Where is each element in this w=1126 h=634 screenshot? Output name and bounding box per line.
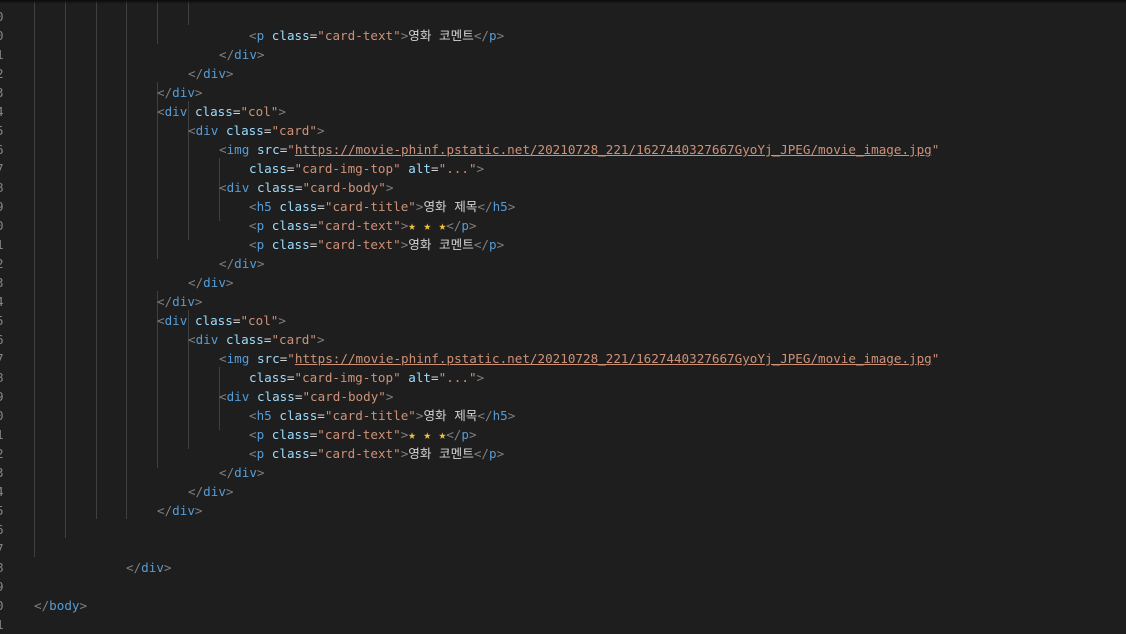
code-line[interactable]: 5 <div class="card"> (0, 292, 325, 347)
indent-guide (157, 0, 158, 44)
indent-guide (126, 0, 127, 519)
code-line[interactable]: 1 </html> (0, 596, 30, 632)
code-line[interactable]: 6 (0, 501, 30, 537)
indent-guide (65, 0, 66, 538)
code-line[interactable]: 2 </div> (0, 235, 234, 290)
image-url-link[interactable]: https://movie-phinf.pstatic.net/20210728… (295, 351, 932, 366)
code-line[interactable]: 1 <p class="card-text">영화 코멘트</p> (0, 406, 504, 461)
code-line[interactable]: 9 <h5 class="card-title">영화 제목</h5> (0, 368, 515, 423)
code-line[interactable]: 0 <p class="card-text">영화 코멘트</p> (0, 197, 504, 252)
code-line[interactable]: 8 <h5 class="card-title">영화 제목</h5> (0, 159, 515, 214)
code-line[interactable]: 6 <img src="https://movie-phinf.pstatic.… (0, 311, 939, 366)
code-line[interactable]: 8 <div class="card-body"> (0, 349, 393, 404)
star-icon: ★ ★ ★ (408, 218, 447, 233)
code-line[interactable]: 4 <div class="card"> (0, 83, 325, 138)
code-line[interactable]: 7 <div class="card-body"> (0, 140, 393, 195)
code-line[interactable]: 0 <p class="card-text">★ ★ ★</p> (0, 387, 477, 442)
star-icon: ★ ★ ★ (408, 427, 447, 442)
indent-guide (96, 0, 97, 519)
code-line[interactable]: 8 (0, 539, 30, 575)
indent-guide (34, 0, 35, 557)
code-line[interactable]: 1 </div> (0, 26, 234, 81)
code-line[interactable]: 2 </div> (0, 425, 265, 480)
code-line[interactable]: 4 </div> (0, 463, 203, 518)
code-line[interactable]: 3 <div class="col"> (0, 64, 286, 119)
code-line[interactable]: 1 </div> (0, 216, 265, 271)
code-line[interactable]: 4 <div class="col"> (0, 273, 286, 328)
code-editor[interactable]: 0 <p class="card-text">영화 코멘트</p> 0 </di… (0, 0, 1126, 634)
code-line[interactable]: 9 </body> (0, 558, 87, 613)
line-number: 1 (0, 615, 10, 634)
code-line[interactable]: 7 </div> (0, 520, 172, 575)
image-url-link[interactable]: https://movie-phinf.pstatic.net/20210728… (295, 142, 932, 157)
code-line[interactable]: 2 </div> (0, 45, 203, 100)
code-line[interactable]: 7 class="card-img-top" alt="..."> (0, 330, 484, 385)
code-line[interactable]: 5 (0, 482, 30, 518)
top-scroll-shadow (0, 0, 1126, 4)
code-line[interactable]: 5 <img src="https://movie-phinf.pstatic.… (0, 102, 939, 157)
code-line[interactable]: 0 </div> (0, 7, 265, 62)
code-line[interactable]: 3 </div> (0, 444, 234, 499)
code-line[interactable]: 9 <p class="card-text">★ ★ ★</p> (0, 178, 477, 233)
code-line[interactable]: 0 (0, 577, 30, 613)
code-line[interactable]: 3 </div> (0, 254, 203, 309)
code-line[interactable]: 6 class="card-img-top" alt="..."> (0, 121, 484, 176)
